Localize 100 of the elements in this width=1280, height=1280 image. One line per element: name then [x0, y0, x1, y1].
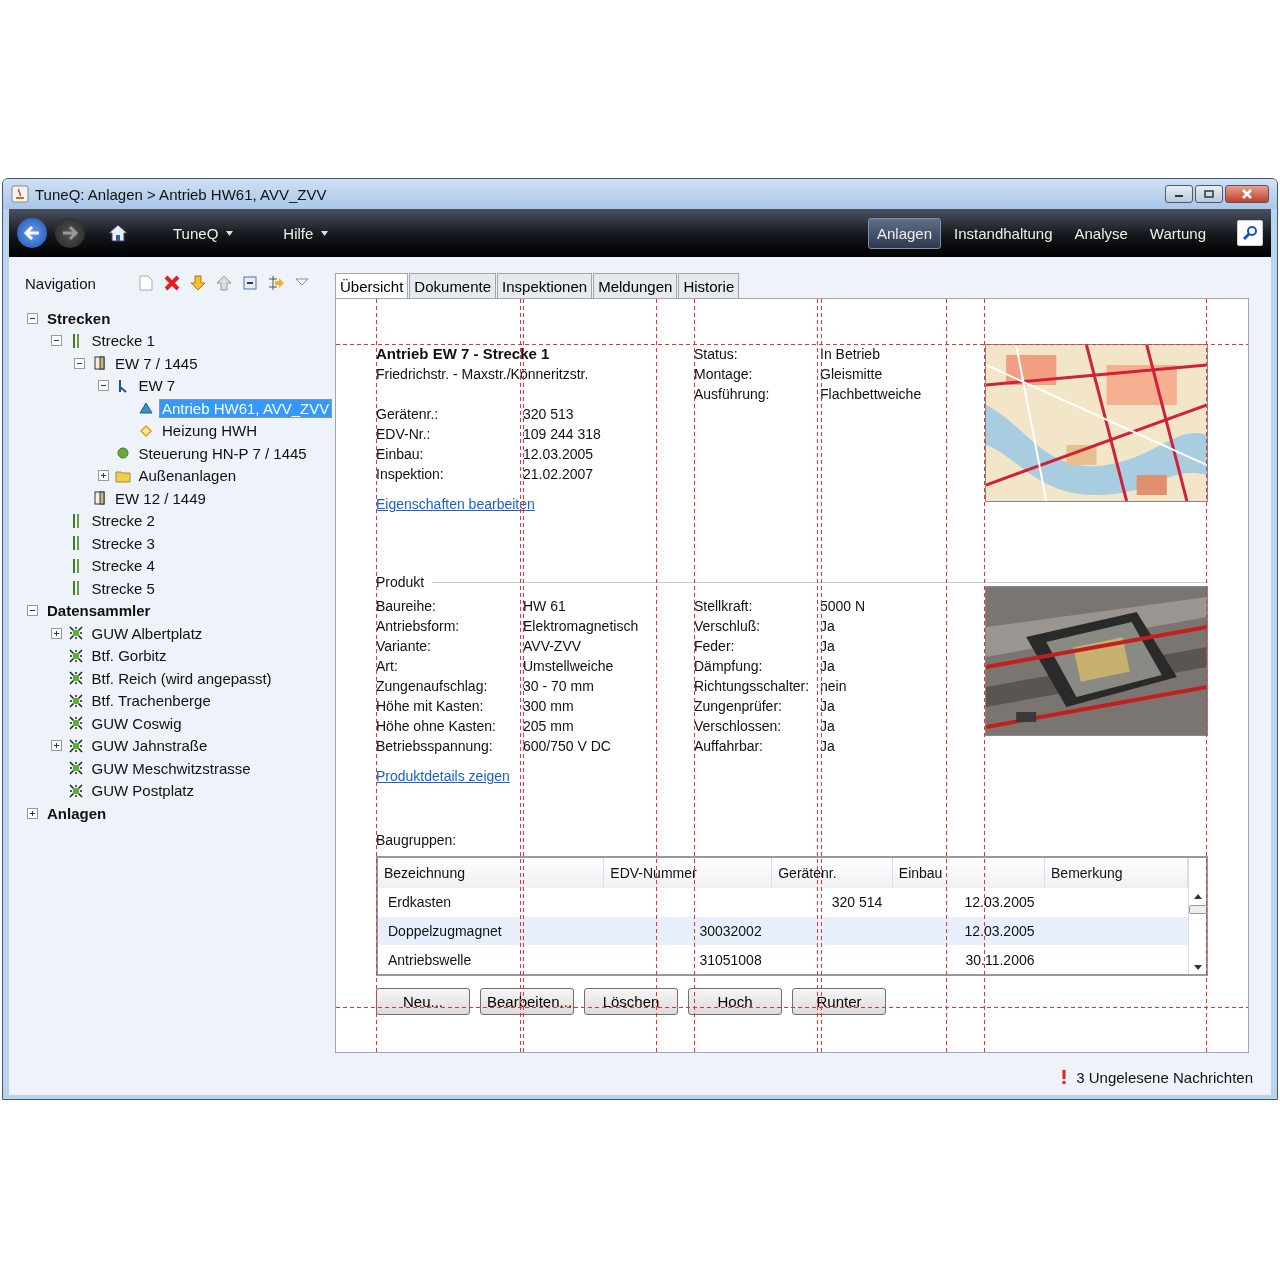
- tree-item[interactable]: Strecke 5: [88, 578, 158, 598]
- tree-item[interactable]: GUW Jahnstraße: [88, 736, 211, 756]
- search-icon: [1242, 225, 1258, 241]
- field-value: Ja: [820, 697, 836, 716]
- action-button[interactable]: Bearbeiten...: [480, 988, 574, 1015]
- scroll-down-icon[interactable]: [1193, 965, 1202, 970]
- field-value: Flachbettweiche: [820, 385, 923, 404]
- nav-tab[interactable]: Analyse: [1065, 217, 1137, 249]
- field-label: Feder:: [694, 637, 736, 656]
- tree-item[interactable]: Strecken: [44, 308, 114, 328]
- arrow-up-icon[interactable]: [215, 274, 233, 292]
- field-value: Ja: [820, 617, 836, 636]
- column-header[interactable]: Bezeichnung: [378, 858, 604, 888]
- tab[interactable]: Übersicht: [335, 273, 409, 298]
- tree-item[interactable]: Strecke 1: [88, 331, 158, 351]
- panel-title: Navigation: [25, 274, 97, 292]
- collector-icon: [67, 760, 84, 777]
- tree-item[interactable]: Strecke 3: [88, 533, 158, 553]
- table-cell: 12.03.2005: [964, 923, 1035, 939]
- device-title: Antrieb EW 7 - Strecke 1: [376, 344, 551, 364]
- minimize-button[interactable]: [1165, 185, 1193, 203]
- tree-item[interactable]: Steuerung HN-P 7 / 1445: [135, 443, 310, 463]
- collapse-all-icon[interactable]: [241, 274, 259, 292]
- arrow-down-icon[interactable]: [189, 274, 207, 292]
- collector-icon: [67, 692, 84, 709]
- back-button[interactable]: [17, 218, 47, 248]
- field-value: 30 - 70 mm: [523, 677, 595, 696]
- arrow-left-icon: [23, 225, 41, 241]
- table-cell: 30.11.2006: [965, 951, 1035, 968]
- tree-item[interactable]: GUW Meschwitzstrasse: [88, 758, 254, 778]
- column-header[interactable]: EDV-Nummer: [603, 858, 772, 888]
- expand-toggle[interactable]: [27, 807, 38, 819]
- tab[interactable]: Meldungen: [593, 273, 678, 298]
- column-header[interactable]: Bemerkung: [1044, 858, 1188, 888]
- edit-link[interactable]: Eigenschaften bearbeiten: [376, 496, 535, 512]
- field-label: Zungenprüfer:: [694, 697, 783, 716]
- field-label: Richtungsschalter:: [694, 677, 811, 696]
- tree-item[interactable]: Btf. Gorbitz: [88, 646, 170, 666]
- action-button[interactable]: Runter: [792, 988, 886, 1015]
- tree-item[interactable]: Anlagen: [44, 803, 110, 823]
- tree-item[interactable]: EW 7: [135, 376, 179, 396]
- nav-tab[interactable]: Wartung: [1140, 217, 1215, 249]
- collapse-toggle[interactable]: [27, 605, 38, 617]
- collapse-toggle[interactable]: [97, 380, 109, 392]
- maximize-button[interactable]: [1195, 185, 1223, 203]
- tree-item[interactable]: Btf. Trachenberge: [88, 691, 214, 711]
- field-value: nein: [820, 677, 848, 696]
- tree-item[interactable]: GUW Coswig: [88, 713, 185, 733]
- home-icon[interactable]: [107, 222, 129, 244]
- collector-icon: [67, 782, 84, 799]
- tree-item[interactable]: Strecke 4: [88, 556, 158, 576]
- action-button[interactable]: Löschen: [584, 988, 678, 1015]
- tree-item[interactable]: GUW Postplatz: [88, 781, 198, 801]
- collector-icon: [67, 647, 84, 664]
- delete-icon[interactable]: [163, 274, 181, 292]
- tree-item[interactable]: Außenanlagen: [135, 466, 240, 486]
- field-value: 320 513: [523, 405, 575, 424]
- tab[interactable]: Historie: [678, 273, 740, 298]
- details-link[interactable]: Produktdetails zeigen: [376, 768, 510, 784]
- field-label: Ausführung:: [694, 385, 771, 404]
- link-arrow-icon[interactable]: [267, 274, 285, 292]
- field-label: Höhe mit Kasten:: [376, 697, 485, 716]
- forward-button[interactable]: [55, 218, 85, 248]
- column-header[interactable]: Einbau: [892, 858, 1045, 888]
- tree-item[interactable]: Datensammler: [44, 601, 154, 621]
- close-icon: [1241, 189, 1253, 199]
- action-button[interactable]: Hoch: [688, 988, 782, 1015]
- column-header[interactable]: Gerätenr.: [771, 858, 893, 888]
- table-cell: Erdkasten: [388, 894, 452, 911]
- nav-tab[interactable]: Anlagen: [868, 217, 942, 249]
- scroll-thumb[interactable]: [1188, 905, 1207, 914]
- collapse-toggle[interactable]: [27, 312, 38, 324]
- collapse-toggle[interactable]: [50, 335, 62, 347]
- menu-button[interactable]: TuneQ: [167, 223, 240, 243]
- section-title: Produkt: [376, 574, 425, 590]
- menu-button[interactable]: Hilfe: [277, 223, 335, 243]
- scroll-up-icon[interactable]: [1193, 894, 1202, 899]
- field-value: AVV-ZVV: [523, 637, 583, 656]
- close-button[interactable]: [1225, 185, 1269, 203]
- tree-item[interactable]: EW 12 / 1449: [112, 488, 209, 508]
- table-cell: Doppelzugmagnet: [388, 923, 502, 939]
- tree-item[interactable]: EW 7 / 1445: [112, 353, 201, 373]
- tree-item[interactable]: GUW Albertplatz: [88, 623, 206, 643]
- collector-icon: [67, 715, 84, 732]
- tree-item[interactable]: Btf. Reich (wird angepasst): [88, 668, 275, 688]
- search-button[interactable]: [1237, 220, 1263, 246]
- location-text: Friedrichstr. - Maxstr./Könneritzstr.: [376, 365, 590, 384]
- scrollbar[interactable]: [1188, 858, 1206, 974]
- expand-toggle[interactable]: [50, 627, 62, 639]
- tab[interactable]: Inspektionen: [497, 273, 593, 298]
- expand-toggle[interactable]: [97, 470, 109, 482]
- collapse-toggle[interactable]: [74, 357, 85, 369]
- collector-icon: [67, 670, 84, 687]
- tree-item[interactable]: Heizung HWH: [159, 421, 261, 441]
- nav-tab[interactable]: Instandhaltung: [945, 217, 1062, 249]
- tab[interactable]: Dokumente: [409, 273, 497, 298]
- action-button[interactable]: Neu...: [376, 988, 470, 1015]
- expand-toggle[interactable]: [50, 740, 62, 752]
- caret-icon: [321, 230, 329, 236]
- tree-item[interactable]: Strecke 2: [88, 511, 158, 531]
